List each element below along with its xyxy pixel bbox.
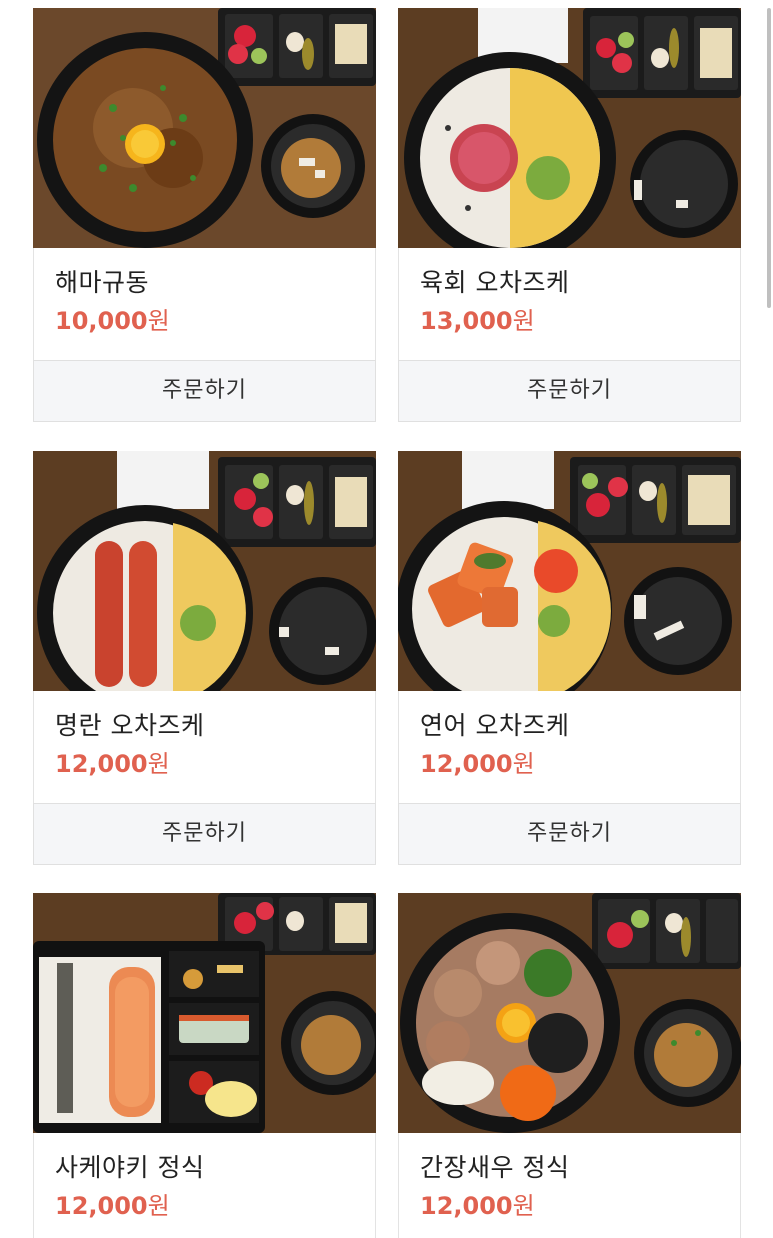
scrollbar[interactable]	[767, 8, 771, 308]
food-photo[interactable]	[33, 8, 376, 248]
menu-price: 12,000원	[55, 749, 375, 779]
yukhoe-ochazuke-photo-illustration	[398, 8, 741, 248]
menu-info: 연어 오차즈케 12,000원	[398, 691, 741, 803]
order-button[interactable]: 주문하기	[398, 803, 741, 865]
price-amount: 13,000	[420, 307, 513, 335]
price-unit: 원	[512, 1192, 535, 1220]
salmon-ochazuke-photo-illustration	[398, 451, 741, 691]
food-photo[interactable]	[33, 893, 376, 1133]
menu-name: 연어 오차즈케	[420, 711, 570, 740]
price-unit: 원	[147, 307, 170, 335]
price-amount: 12,000	[55, 750, 148, 778]
mentaiko-ochazuke-photo-illustration	[33, 451, 376, 691]
menu-info: 사케야키 정식 12,000원	[33, 1133, 376, 1238]
price-amount: 12,000	[55, 1192, 148, 1220]
menu-card[interactable]: 연어 오차즈케 12,000원 주문하기	[398, 451, 741, 865]
menu-info: 해마규동 10,000원	[33, 248, 376, 360]
price-unit: 원	[512, 750, 535, 778]
order-button[interactable]: 주문하기	[33, 803, 376, 865]
menu-price: 10,000원	[55, 306, 375, 336]
menu-price: 12,000원	[420, 749, 740, 779]
food-photo[interactable]	[398, 451, 741, 691]
menu-name: 명란 오차즈케	[55, 711, 205, 740]
price-amount: 12,000	[420, 750, 513, 778]
menu-info: 육회 오차즈케 13,000원	[398, 248, 741, 360]
sake-yaki-set-photo-illustration	[33, 893, 376, 1133]
price-unit: 원	[512, 307, 535, 335]
menu-name: 육회 오차즈케	[420, 268, 570, 297]
menu-price: 13,000원	[420, 306, 740, 336]
order-button[interactable]: 주문하기	[33, 360, 376, 422]
food-photo[interactable]	[398, 8, 741, 248]
price-amount: 10,000	[55, 307, 148, 335]
menu-card[interactable]: 사케야키 정식 12,000원	[33, 893, 376, 1238]
menu-grid: 해마규동 10,000원 주문하기 육회 오차즈케 13,000원 주문하기 명…	[0, 0, 773, 1238]
menu-card[interactable]: 명란 오차즈케 12,000원 주문하기	[33, 451, 376, 865]
menu-name: 해마규동	[55, 268, 150, 297]
price-unit: 원	[147, 1192, 170, 1220]
price-amount: 12,000	[420, 1192, 513, 1220]
menu-price: 12,000원	[55, 1191, 375, 1221]
order-button[interactable]: 주문하기	[398, 360, 741, 422]
menu-card[interactable]: 육회 오차즈케 13,000원 주문하기	[398, 8, 741, 422]
menu-card[interactable]: 해마규동 10,000원 주문하기	[33, 8, 376, 422]
menu-card[interactable]: 간장새우 정식 12,000원	[398, 893, 741, 1238]
menu-name: 간장새우 정식	[420, 1153, 570, 1182]
gyudon-photo-illustration	[33, 8, 376, 248]
menu-info: 간장새우 정식 12,000원	[398, 1133, 741, 1238]
menu-info: 명란 오차즈케 12,000원	[33, 691, 376, 803]
soy-shrimp-set-photo-illustration	[398, 893, 741, 1133]
menu-name: 사케야키 정식	[55, 1153, 205, 1182]
food-photo[interactable]	[398, 893, 741, 1133]
food-photo[interactable]	[33, 451, 376, 691]
price-unit: 원	[147, 750, 170, 778]
menu-price: 12,000원	[420, 1191, 740, 1221]
